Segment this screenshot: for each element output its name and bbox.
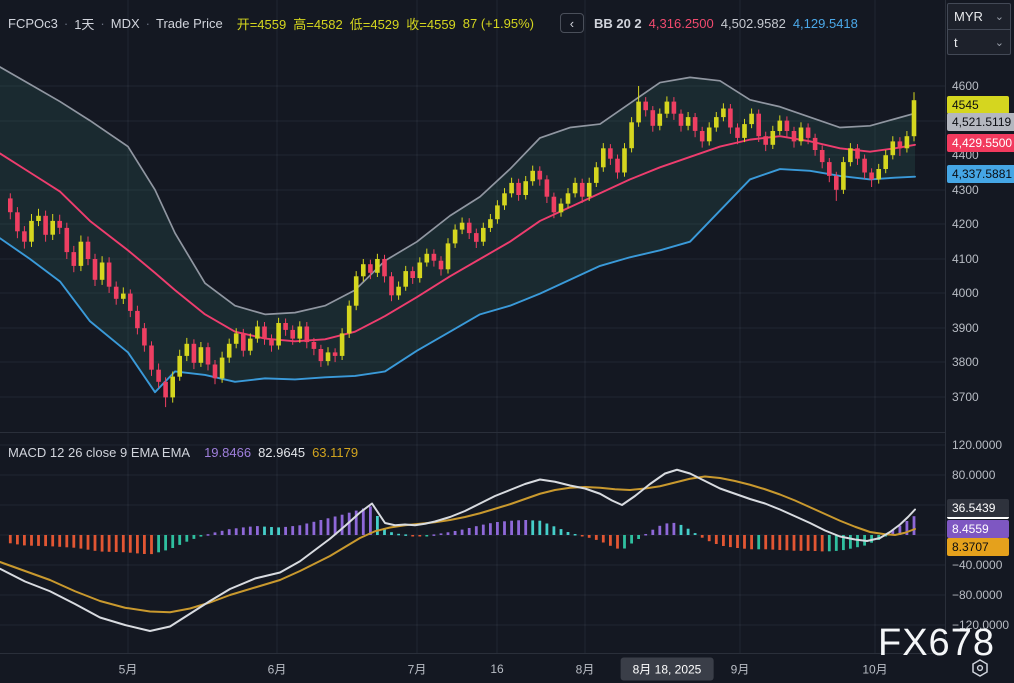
macd-line-value: 82.9645: [258, 445, 305, 460]
legend-separator: ·: [100, 16, 104, 31]
symbol-legend-row: FCPOc3 · 1天 · MDX · Trade Price 开=4559 高…: [8, 13, 858, 33]
axis-tick-label: 4000: [952, 286, 979, 300]
axis-tick-label: 3900: [952, 321, 979, 335]
bb-indicator-title[interactable]: BB 20 2: [594, 16, 642, 31]
axis-tick-label: 4100: [952, 252, 979, 266]
axis-tick-label: 80.0000: [952, 468, 995, 482]
unit-value: t: [954, 35, 958, 50]
interval-label[interactable]: 1天: [74, 14, 94, 33]
axis-tick-label: 4600: [952, 79, 979, 93]
symbol-name[interactable]: FCPOc3: [8, 16, 58, 31]
macd-signal-value: 63.1179: [312, 445, 358, 460]
currency-dropdown[interactable]: MYR ⌄: [948, 4, 1010, 29]
axis-price-badge: 8.4559: [947, 520, 1009, 538]
axis-tick-label: −40.0000: [952, 558, 1002, 572]
chart-window: FCPOc3 · 1天 · MDX · Trade Price 开=4559 高…: [0, 0, 1014, 683]
gear-icon[interactable]: [968, 657, 992, 679]
time-axis-label[interactable]: 5月: [119, 660, 138, 677]
time-axis-label[interactable]: 9月: [731, 660, 750, 677]
time-axis-label[interactable]: 6月: [268, 660, 287, 677]
chevron-down-icon: ⌄: [995, 10, 1004, 23]
legend-collapse-button[interactable]: ‹: [560, 13, 584, 33]
axis-tick-label: −80.0000: [952, 588, 1002, 602]
axis-tick-label: 3800: [952, 355, 979, 369]
currency-value: MYR: [954, 9, 983, 24]
macd-pane-canvas[interactable]: [0, 433, 945, 654]
time-axis-label[interactable]: 7月: [408, 660, 427, 677]
macd-hist-value: 19.8466: [204, 445, 251, 460]
ohlc-open: 开=4559: [237, 14, 287, 33]
axis-price-badge: 4,337.5881: [947, 165, 1014, 183]
axis-unit-box: MYR ⌄ t ⌄: [947, 3, 1011, 55]
unit-dropdown[interactable]: t ⌄: [948, 29, 1010, 54]
axis-price-badge: 36.5439: [947, 499, 1009, 519]
ohlc-change: 87 (+1.95%): [463, 16, 534, 31]
axis-tick-label: 4200: [952, 217, 979, 231]
pane-separator[interactable]: [0, 432, 1014, 433]
macd-legend-row: MACD 12 26 close 9 EMA EMA 19.8466 82.96…: [8, 445, 358, 460]
axis-tick-label: 4300: [952, 183, 979, 197]
ohlc-low: 低=4529: [350, 14, 400, 33]
bb-lower-value: 4,129.5418: [793, 16, 858, 31]
price-type-label: Trade Price: [156, 16, 223, 31]
axis-price-badge: 4,429.5500: [947, 134, 1014, 152]
axis-tick-label: 3700: [952, 390, 979, 404]
bb-upper-value: 4,502.9582: [721, 16, 786, 31]
chevron-down-icon: ⌄: [995, 36, 1004, 49]
legend-separator: ·: [64, 16, 68, 31]
exchange-label[interactable]: MDX: [111, 16, 140, 31]
macd-indicator-title[interactable]: MACD 12 26 close 9 EMA EMA: [8, 445, 190, 460]
bb-middle-value: 4,316.2500: [649, 16, 714, 31]
time-axis-label[interactable]: 16: [490, 662, 503, 676]
axis-price-badge: 8.3707: [947, 538, 1009, 556]
ohlc-high: 高=4582: [293, 14, 343, 33]
legend-separator: ·: [146, 16, 150, 31]
ohlc-close: 收=4559: [406, 14, 456, 33]
price-axis[interactable]: 4600450044004300420041004000390038003700…: [946, 0, 1014, 654]
time-axis-label[interactable]: 8月: [576, 660, 595, 677]
main-chart-canvas[interactable]: [0, 0, 945, 433]
axis-tick-label: 120.0000: [952, 438, 1002, 452]
time-axis[interactable]: 5月6月7月168月9月10月8月 18, 2025: [0, 654, 1014, 683]
axis-price-badge: 4545: [947, 96, 1009, 114]
axis-price-badge: 4,521.5119: [947, 113, 1014, 131]
selected-date-badge: 8月 18, 2025: [621, 657, 714, 680]
